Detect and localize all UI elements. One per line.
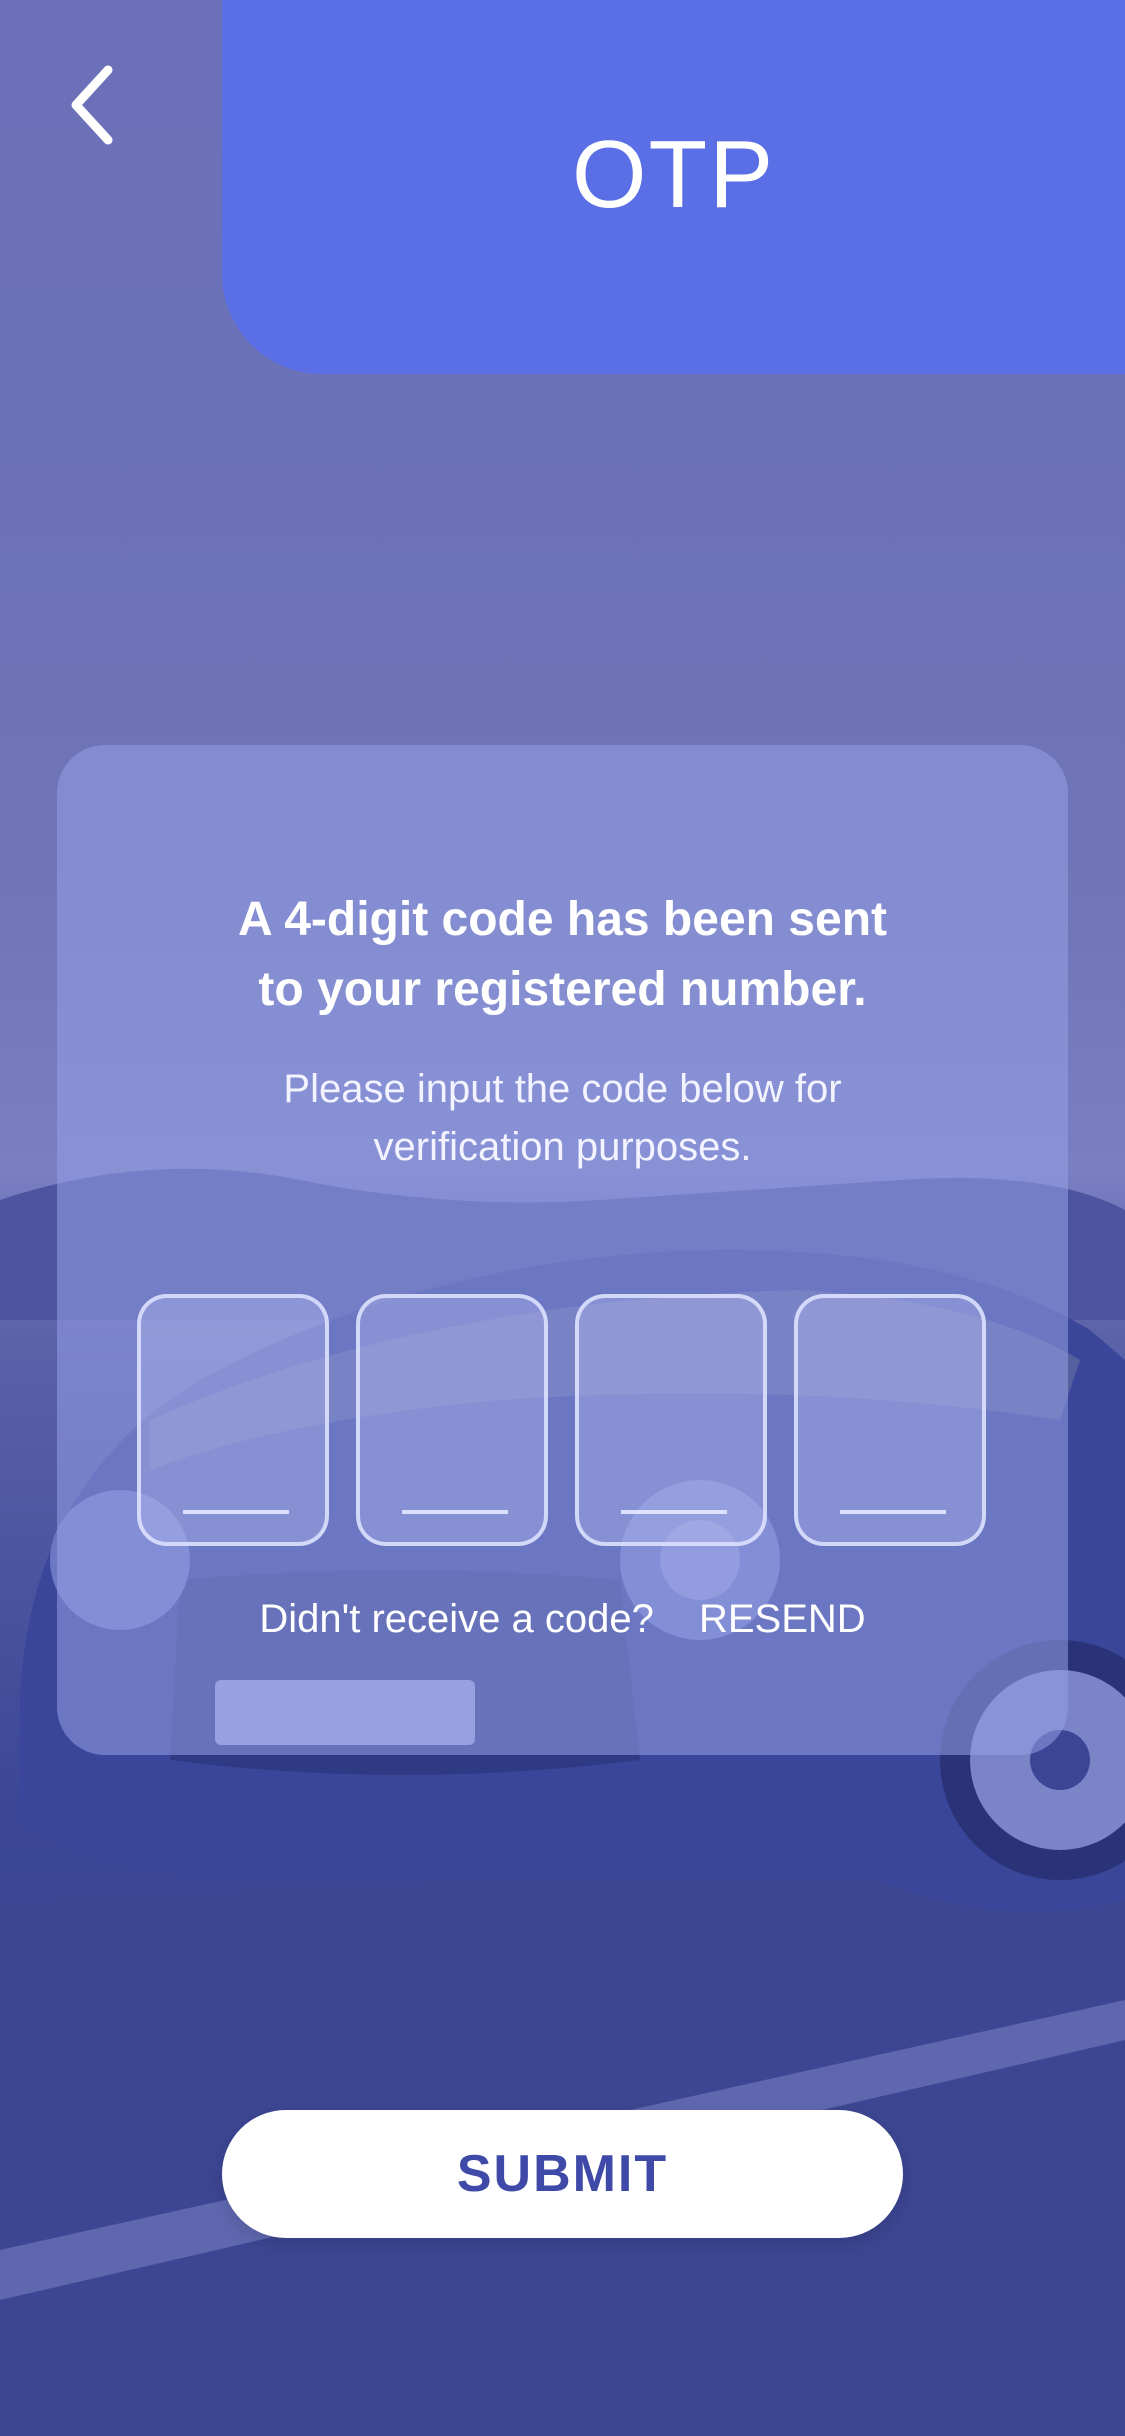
otp-heading-line2: to your registered number. [258,963,867,1016]
otp-digit-3-input[interactable] [575,1294,767,1546]
otp-digit-1-input[interactable] [137,1294,329,1546]
submit-button[interactable]: SUBMIT [222,2110,903,2238]
resend-link[interactable]: RESEND [699,1597,866,1641]
otp-heading: A 4-digit code has been sent to your reg… [57,885,1068,1025]
otp-heading-line1: A 4-digit code has been sent [237,893,887,946]
back-button[interactable] [60,60,130,150]
resend-row: Didn't receive a code? RESEND [57,1597,1068,1642]
otp-digit-underline [183,1510,289,1514]
resend-prompt: Didn't receive a code? [259,1597,654,1641]
chevron-left-icon [71,65,113,145]
otp-digit-underline [840,1510,946,1514]
otp-digit-underline [402,1510,508,1514]
otp-instructions: Please input the code below for verifica… [57,1060,1068,1176]
otp-digit-2-input[interactable] [356,1294,548,1546]
page-title: OTP [571,121,776,228]
otp-digit-4-input[interactable] [794,1294,986,1546]
otp-instructions-line1: Please input the code below for [283,1067,842,1111]
otp-instructions-line2: verification purposes. [373,1125,752,1169]
otp-digit-underline [621,1510,727,1514]
